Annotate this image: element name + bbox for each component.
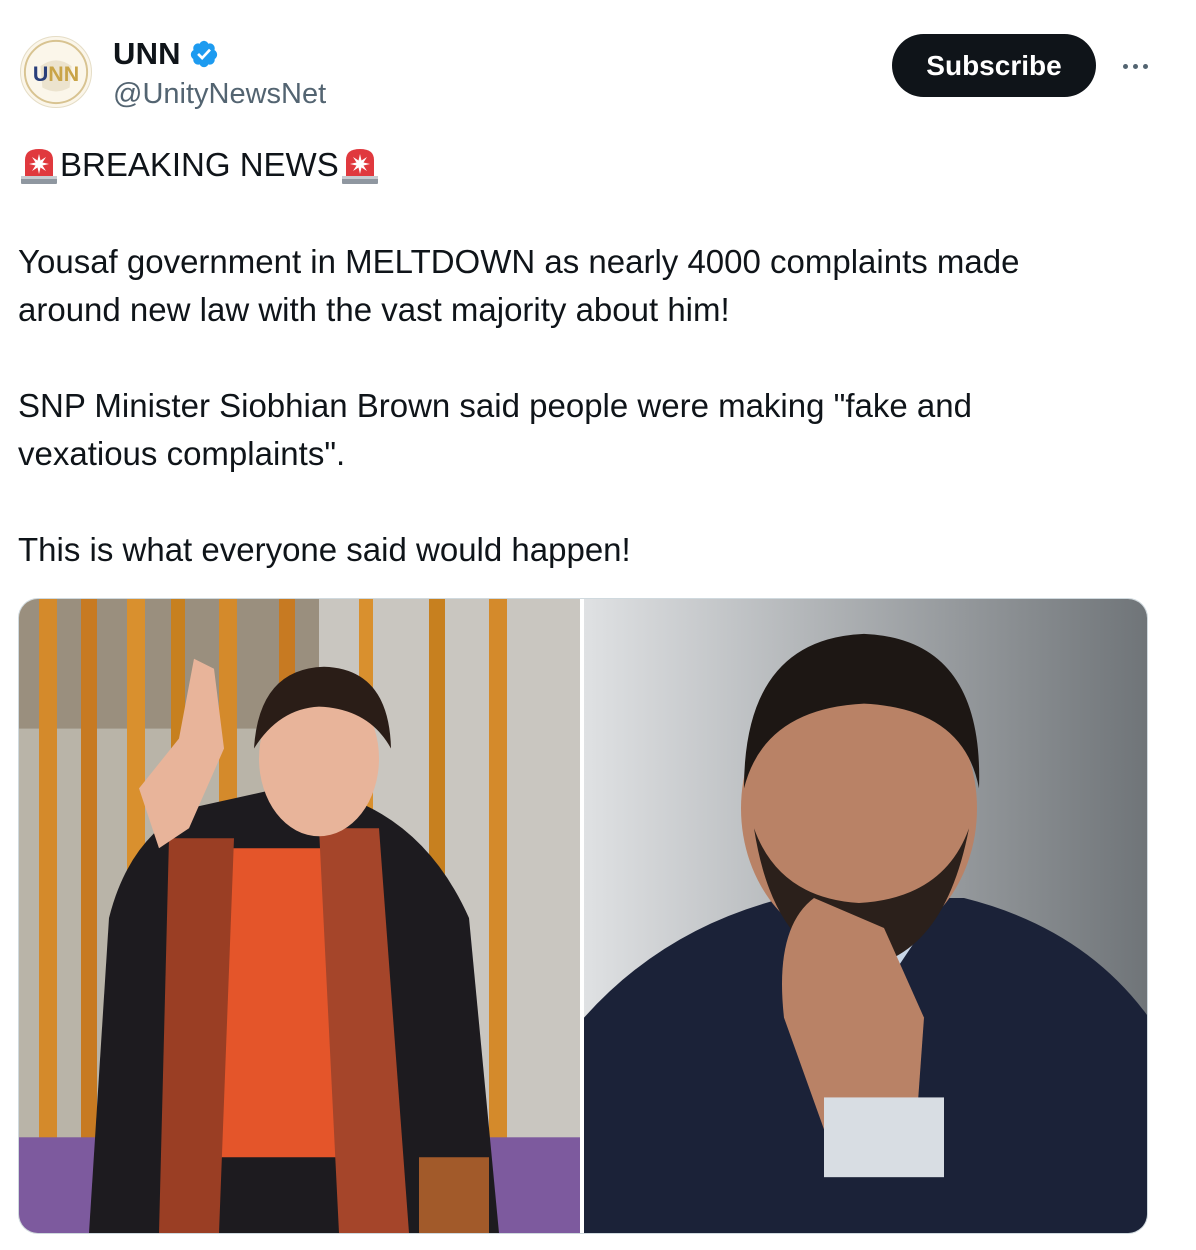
woman-waving-photo[interactable] bbox=[19, 599, 580, 1233]
text-line: around new law with the vast majority ab… bbox=[18, 291, 730, 328]
subscribe-button[interactable]: Subscribe bbox=[892, 34, 1096, 97]
breaking-line: BREAKING NEWS bbox=[18, 140, 1168, 190]
text-line: Yousaf government in MELTDOWN as nearly … bbox=[18, 243, 1020, 280]
breaking-title: BREAKING NEWS bbox=[60, 146, 339, 183]
account-names: UNN @UnityNewsNet bbox=[113, 34, 326, 111]
account-handle[interactable]: @UnityNewsNet bbox=[113, 78, 326, 111]
man-thinking-photo[interactable] bbox=[584, 599, 1147, 1233]
more-horizontal-icon[interactable] bbox=[1113, 48, 1157, 84]
paragraph-3: This is what everyone said would happen! bbox=[18, 526, 1168, 574]
text-line: SNP Minister Siobhian Brown said people … bbox=[18, 387, 972, 424]
svg-text:UNN: UNN bbox=[33, 62, 79, 86]
text-line: vexatious complaints". bbox=[18, 435, 346, 472]
paragraph-1: Yousaf government in MELTDOWN as nearly … bbox=[18, 238, 1168, 334]
post-header: UNN UNN @UnityNewsNet Subscribe bbox=[18, 32, 1178, 122]
police-siren-icon bbox=[339, 144, 381, 186]
verified-badge-icon[interactable] bbox=[189, 39, 219, 69]
account-avatar[interactable]: UNN bbox=[20, 36, 92, 108]
text-line: This is what everyone said would happen! bbox=[18, 531, 631, 568]
paragraph-2: SNP Minister Siobhian Brown said people … bbox=[18, 382, 1168, 478]
unn-logo: UNN bbox=[23, 39, 89, 105]
media-grid bbox=[18, 598, 1148, 1234]
display-name[interactable]: UNN bbox=[113, 36, 181, 72]
post-text: BREAKING NEWS Yousaf government in MELTD… bbox=[18, 140, 1168, 574]
police-siren-icon bbox=[18, 144, 60, 186]
